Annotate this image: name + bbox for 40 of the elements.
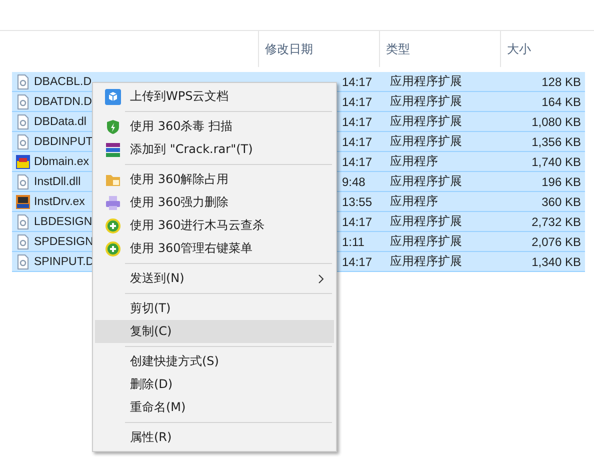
file-type: 应用程序扩展 bbox=[390, 94, 462, 108]
modified-time: 9:48 bbox=[342, 174, 366, 188]
file-type: 应用程序 bbox=[390, 154, 438, 168]
file-size: 128 KB bbox=[542, 74, 581, 88]
file-name: InstDrv.ex bbox=[34, 196, 85, 208]
file-name: DBATDN.D bbox=[34, 96, 92, 108]
file-name: Dbmain.ex bbox=[34, 156, 89, 168]
file-type: 应用程序扩展 bbox=[390, 214, 462, 228]
file-size: 1,340 KB bbox=[532, 254, 581, 268]
modified-time: 14:17 bbox=[342, 134, 372, 148]
file-name: DBData.dl bbox=[34, 116, 86, 128]
modified-time: 14:17 bbox=[342, 214, 372, 228]
file-name: InstDll.dll bbox=[34, 176, 81, 188]
file-name: SPINPUT.D bbox=[34, 256, 94, 268]
modified-time: 14:17 bbox=[342, 254, 372, 268]
file-type: 应用程序扩展 bbox=[390, 254, 462, 268]
file-type: 应用程序扩展 bbox=[390, 174, 462, 188]
file-type: 应用程序扩展 bbox=[390, 134, 462, 148]
file-size: 2,732 KB bbox=[532, 214, 581, 228]
modified-time: 14:17 bbox=[342, 114, 372, 128]
file-size: 196 KB bbox=[542, 174, 581, 188]
file-type: 应用程序 bbox=[390, 194, 438, 208]
file-type: 应用程序扩展 bbox=[390, 74, 462, 88]
modified-time: 1:11 bbox=[342, 234, 364, 248]
file-size: 1,740 KB bbox=[532, 154, 581, 168]
file-size: 1,080 KB bbox=[532, 114, 581, 128]
modified-time: 14:17 bbox=[342, 74, 372, 88]
file-size: 164 KB bbox=[542, 94, 581, 108]
file-name: SPDESIGN bbox=[34, 236, 94, 248]
file-name: DBACBL.D bbox=[34, 76, 92, 88]
file-size: 1,356 KB bbox=[532, 134, 581, 148]
modified-time: 13:55 bbox=[342, 194, 372, 208]
file-name: LBDESIGN bbox=[34, 216, 92, 228]
modified-time: 14:17 bbox=[342, 94, 372, 108]
file-size: 2,076 KB bbox=[532, 234, 581, 248]
file-type: 应用程序扩展 bbox=[390, 114, 462, 128]
file-name: DBDINPUT bbox=[34, 136, 93, 148]
file-size: 360 KB bbox=[542, 194, 581, 208]
file-type: 应用程序扩展 bbox=[390, 234, 462, 248]
modified-time: 14:17 bbox=[342, 154, 372, 168]
